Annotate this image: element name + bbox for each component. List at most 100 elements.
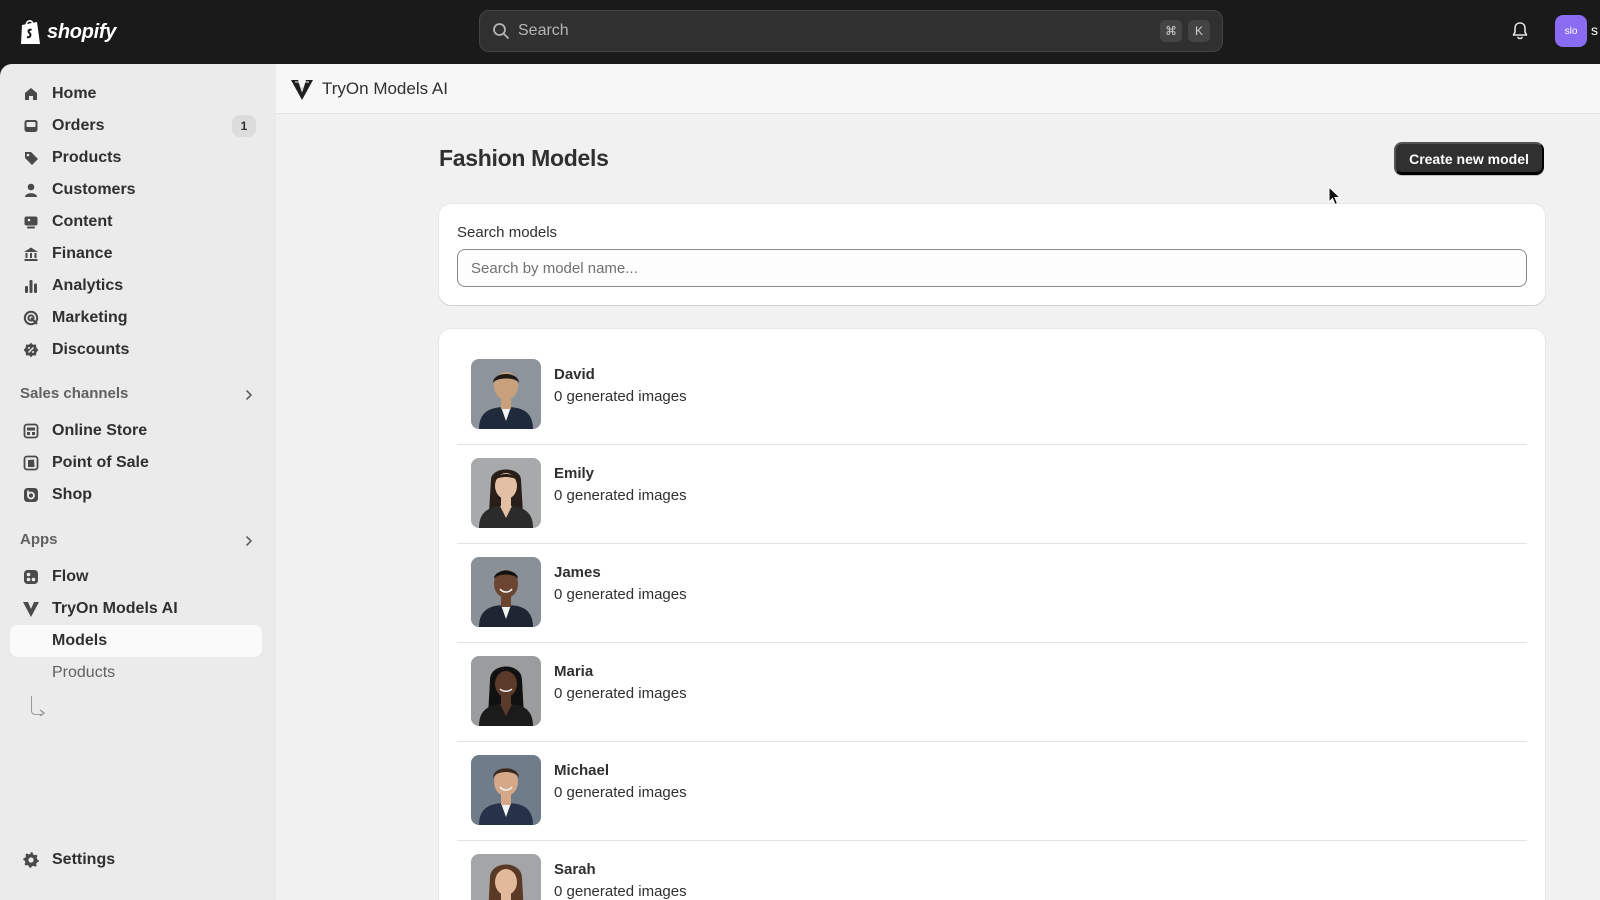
sidebar-item-tryon-models-ai[interactable]: TryOn Models AI <box>10 593 262 625</box>
shopify-bag-icon <box>21 20 40 44</box>
sidebar-item-label: Analytics <box>52 277 124 294</box>
list-item[interactable]: James 0 generated images <box>457 544 1527 643</box>
model-photo[interactable] <box>471 458 541 528</box>
app-title: TryOn Models AI <box>322 79 448 98</box>
apps-heading[interactable]: Apps <box>20 531 58 548</box>
list-item[interactable]: David 0 generated images <box>457 346 1527 445</box>
flow-icon <box>22 568 40 586</box>
sidebar-item-online-store[interactable]: Online Store <box>10 415 262 447</box>
model-name: David <box>554 366 595 383</box>
models-list: David 0 generated images Emily 0 generat… <box>439 329 1545 900</box>
sidebar-item-customers[interactable]: Customers <box>10 174 262 206</box>
sidebar-item-products[interactable]: Products <box>10 142 262 174</box>
create-new-model-button[interactable]: Create new model <box>1394 142 1544 175</box>
model-name: Maria <box>554 663 594 680</box>
app-title-bar: TryOn Models AI <box>276 64 1600 114</box>
generated-images-count: 0 generated images <box>554 388 687 405</box>
sidebar-item-label: Finance <box>52 245 113 262</box>
sales-channels-heading[interactable]: Sales channels <box>20 385 128 402</box>
content-icon <box>22 213 40 231</box>
model-search-input[interactable] <box>457 249 1527 287</box>
model-photo[interactable] <box>471 557 541 627</box>
sidebar-item-analytics[interactable]: Analytics <box>10 270 262 302</box>
generated-images-count: 0 generated images <box>554 487 687 504</box>
orders-count-badge: 1 <box>232 115 256 137</box>
search-models-label: Search models <box>457 224 558 241</box>
model-name: Michael <box>554 762 610 779</box>
sidebar-item-label: Home <box>52 85 97 102</box>
bank-icon <box>22 245 40 263</box>
model-photo[interactable] <box>471 656 541 726</box>
gear-icon <box>22 851 40 869</box>
person-icon <box>22 181 40 199</box>
model-name: James <box>554 564 601 581</box>
sidebar-item-label: Products <box>52 664 116 681</box>
main-content: TryOn Models AI Fashion Models Create ne… <box>276 64 1600 900</box>
sidebar-item-label: Point of Sale <box>52 454 149 471</box>
sidebar-item-label: Products <box>52 149 122 166</box>
home-icon <box>22 85 40 103</box>
generated-images-count: 0 generated images <box>554 883 687 900</box>
pos-icon <box>22 454 40 472</box>
generated-images-count: 0 generated images <box>554 685 687 702</box>
list-item[interactable]: Sarah 0 generated images <box>457 841 1527 900</box>
sidebar-item-settings[interactable]: Settings <box>10 844 262 876</box>
bar-chart-icon <box>22 277 40 295</box>
notifications-bell-icon[interactable] <box>1510 21 1530 41</box>
list-item[interactable]: Emily 0 generated images <box>457 445 1527 544</box>
search-icon <box>493 23 509 39</box>
sidebar: Home Orders 1 Products Customers Content… <box>0 64 276 900</box>
sidebar-item-shop[interactable]: Shop <box>10 479 262 511</box>
model-photo[interactable] <box>471 359 541 429</box>
sidebar-item-content[interactable]: Content <box>10 206 262 238</box>
orders-icon <box>22 117 40 135</box>
sidebar-item-label: Settings <box>52 851 116 868</box>
model-name: Emily <box>554 465 595 482</box>
sidebar-item-label: Online Store <box>52 422 148 439</box>
model-photo[interactable] <box>471 854 541 900</box>
search-models-card: Search models <box>439 204 1545 305</box>
sidebar-item-label: Marketing <box>52 309 128 326</box>
discount-icon <box>22 341 40 359</box>
mouse-cursor-icon <box>1328 186 1342 206</box>
sidebar-item-discounts[interactable]: Discounts <box>10 334 262 366</box>
sidebar-item-label: Discounts <box>52 341 130 358</box>
sidebar-item-finance[interactable]: Finance <box>10 238 262 270</box>
tryon-logo-icon <box>22 600 40 618</box>
store-name-truncated[interactable]: s <box>1591 22 1598 38</box>
chevron-right-icon[interactable] <box>243 389 255 401</box>
model-photo[interactable] <box>471 755 541 825</box>
sidebar-item-home[interactable]: Home <box>10 78 262 110</box>
generated-images-count: 0 generated images <box>554 586 687 603</box>
list-item[interactable]: Maria 0 generated images <box>457 643 1527 742</box>
shortcut-cmd-key: ⌘ <box>1160 20 1182 42</box>
tree-arrow-icon <box>39 709 46 717</box>
page-title: Fashion Models <box>439 145 609 171</box>
shortcut-k-key: K <box>1188 20 1210 42</box>
model-name: Sarah <box>554 861 596 878</box>
shopify-wordmark: shopify <box>47 20 117 43</box>
tag-icon <box>22 149 40 167</box>
sidebar-item-marketing[interactable]: Marketing <box>10 302 262 334</box>
target-icon <box>22 309 40 327</box>
sidebar-item-app-products[interactable]: Products <box>10 657 262 689</box>
sidebar-item-label: Orders <box>52 117 105 134</box>
generated-images-count: 0 generated images <box>554 784 687 801</box>
sidebar-item-orders[interactable]: Orders 1 <box>10 110 262 142</box>
sidebar-item-point-of-sale[interactable]: Point of Sale <box>10 447 262 479</box>
chevron-right-icon[interactable] <box>243 535 255 547</box>
sidebar-item-flow[interactable]: Flow <box>10 561 262 593</box>
list-item[interactable]: Michael 0 generated images <box>457 742 1527 841</box>
store-avatar[interactable]: slo <box>1555 15 1587 47</box>
tryon-logo-icon <box>291 80 313 100</box>
shopify-logo[interactable]: shopify <box>19 16 116 48</box>
top-bar: shopify Search ⌘ K slo s <box>0 0 1600 64</box>
shop-icon <box>22 486 40 504</box>
sidebar-item-label: Flow <box>52 568 89 585</box>
global-search[interactable]: Search ⌘ K <box>479 10 1223 52</box>
store-icon <box>22 422 40 440</box>
global-search-placeholder: Search <box>518 22 569 39</box>
sidebar-item-label: Models <box>52 632 108 649</box>
sidebar-item-label: Shop <box>52 486 92 503</box>
sidebar-item-models[interactable]: Models <box>10 625 262 657</box>
